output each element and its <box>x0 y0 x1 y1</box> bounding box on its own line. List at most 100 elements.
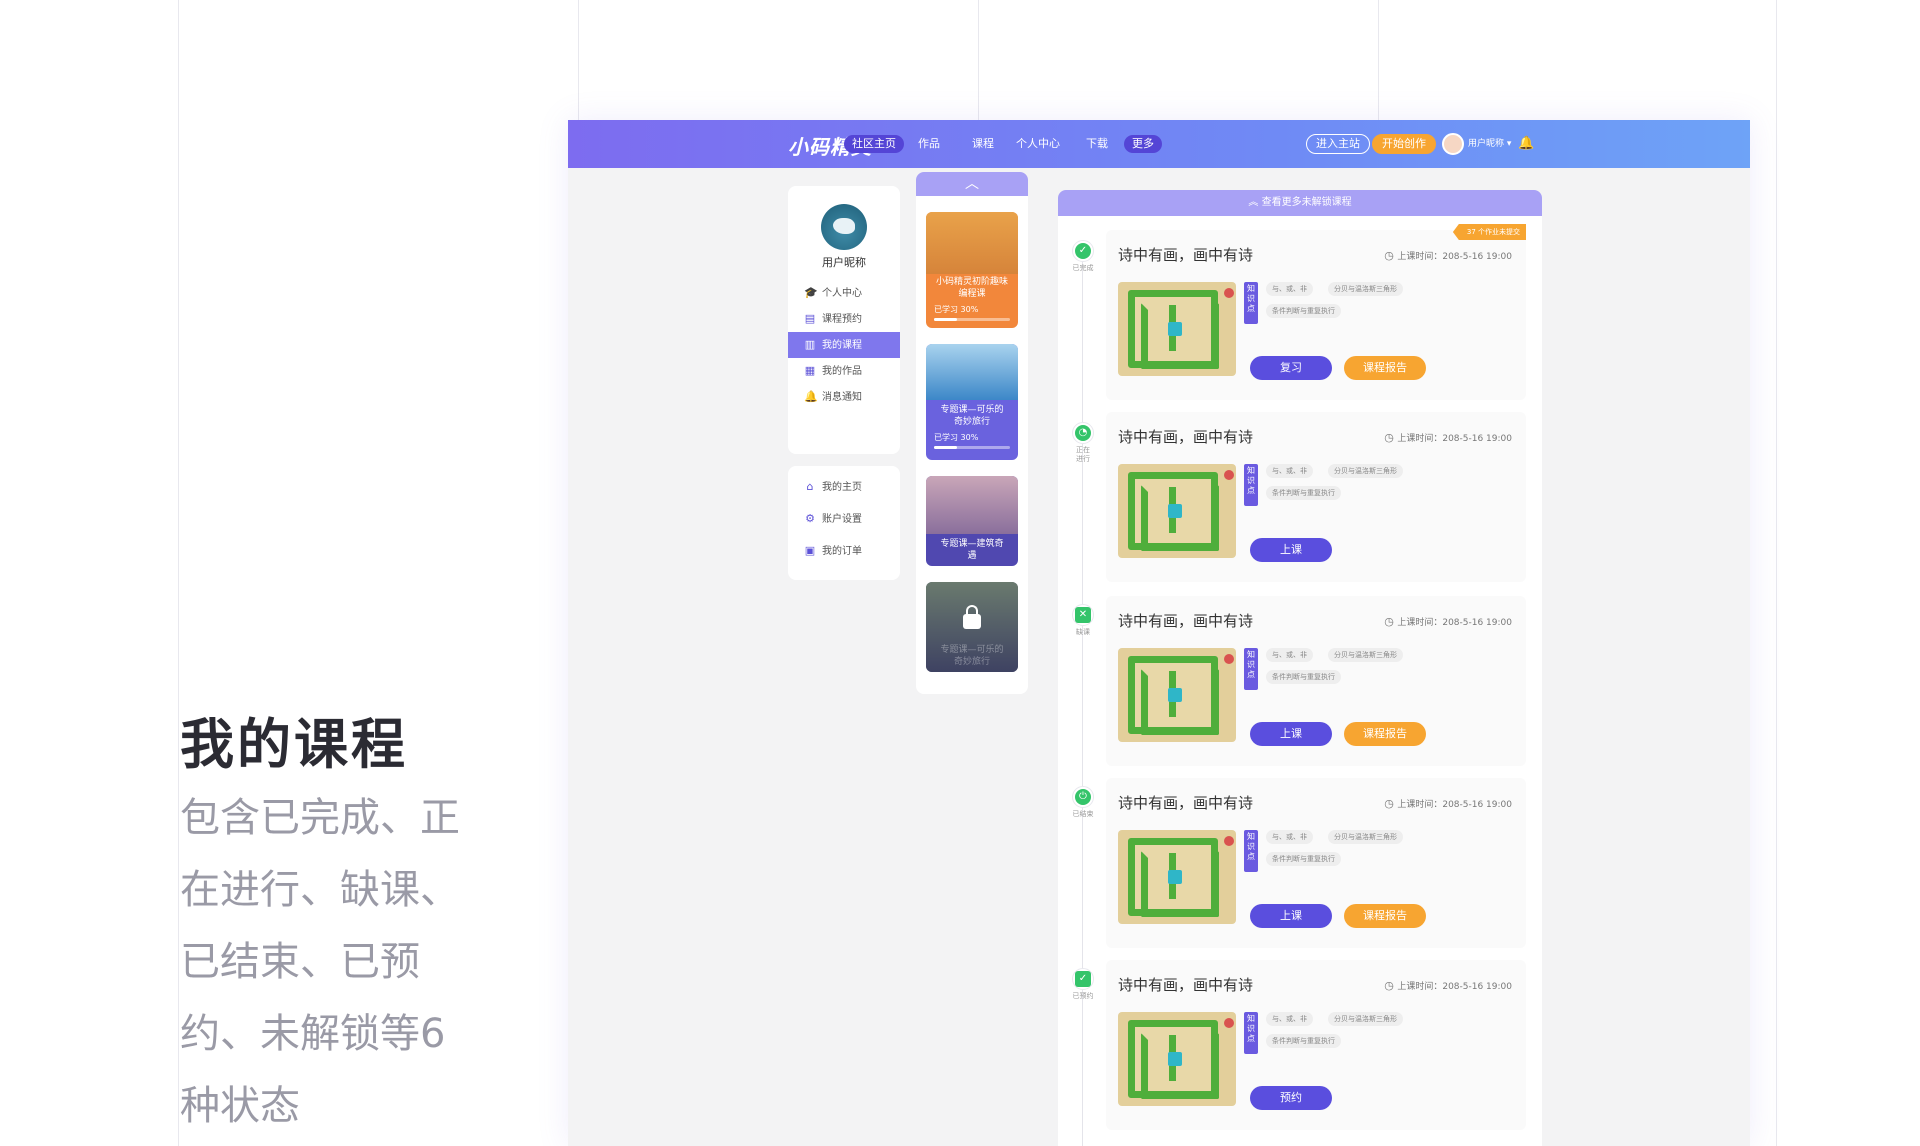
tag: 条件判断与重复执行 <box>1266 852 1341 866</box>
top-navbar: 小码精灵 社区主页 作品 课程 个人中心 下载 更多 进入主站 开始创作 用户昵… <box>568 120 1750 168</box>
sidebar-item-personal[interactable]: 🎓 个人中心 <box>788 280 900 306</box>
sidebar-item-my-courses[interactable]: ▥ 我的课程 <box>788 332 900 358</box>
sidebar-item-label: 个人中心 <box>822 288 862 299</box>
start-create-button[interactable]: 开始创作 <box>1372 134 1436 154</box>
status-label: 已完成 <box>1072 264 1094 272</box>
username-dropdown[interactable]: 用户昵称 ▾ <box>1468 136 1511 149</box>
tag: 条件判断与重复执行 <box>1266 1034 1341 1048</box>
bell-icon[interactable]: 🔔 <box>1518 136 1534 151</box>
course-item: 诗中有画，画中有诗 上课时间：208-5-16 19:00 知识点 与、或、非 … <box>1106 778 1526 948</box>
course-report-button[interactable]: 课程报告 <box>1344 904 1426 928</box>
clipboard-icon: ▣ <box>804 544 816 557</box>
nav-community[interactable]: 社区主页 <box>844 135 904 153</box>
course-card-title: 小码精灵初阶趣味编程课 <box>936 277 1009 299</box>
tag: 分贝与温洛斯三角形 <box>1328 464 1403 478</box>
course-title: 诗中有画，画中有诗 <box>1118 794 1254 812</box>
course-cover-image <box>926 344 1018 400</box>
status-label: 已结束 <box>1072 810 1094 818</box>
tag: 分贝与温洛斯三角形 <box>1328 830 1403 844</box>
profile-avatar[interactable] <box>821 204 867 250</box>
knowledge-point-label: 知识点 <box>1244 282 1258 324</box>
course-time: 上课时间：208-5-16 19:00 <box>1384 797 1512 810</box>
homework-badge[interactable]: 37 个作业未提交 <box>1452 224 1526 240</box>
maze-thumbnail[interactable] <box>1118 464 1236 558</box>
status-in-progress: ◔ 正在进行 <box>1068 422 1098 464</box>
course-item: 诗中有画，画中有诗 上课时间：208-5-16 19:00 知识点 与、或、非 … <box>1106 596 1526 766</box>
course-card[interactable]: 专题课—可乐的奇妙旅行 已学习 30% <box>926 344 1018 460</box>
course-time: 上课时间：208-5-16 19:00 <box>1384 431 1512 444</box>
timeline-line <box>1082 250 1083 1146</box>
course-title: 诗中有画，画中有诗 <box>1118 246 1254 264</box>
knowledge-point-label: 知识点 <box>1244 464 1258 506</box>
sidebar-account: ⌂ 我的主页 ⚙ 账户设置 ▣ 我的订单 <box>788 466 900 580</box>
clock-icon: ◔ <box>1075 425 1091 441</box>
maze-thumbnail[interactable] <box>1118 282 1236 376</box>
course-card-progress-label: 已学习 30% <box>934 433 979 442</box>
tag: 条件判断与重复执行 <box>1266 486 1341 500</box>
book-icon: ▥ <box>804 338 816 351</box>
knowledge-point-label: 知识点 <box>1244 830 1258 872</box>
sidebar-item-settings[interactable]: ⚙ 账户设置 <box>788 506 900 532</box>
tag: 条件判断与重复执行 <box>1266 304 1341 318</box>
lock-icon <box>963 605 981 629</box>
maze-thumbnail[interactable] <box>1118 1012 1236 1106</box>
chevron-up-icon[interactable]: ︿ <box>916 172 1028 196</box>
nav-more[interactable]: 更多 <box>1124 135 1162 153</box>
course-item: 诗中有画，画中有诗 上课时间：208-5-16 19:00 知识点 与、或、非 … <box>1106 960 1526 1130</box>
book-button[interactable]: 预约 <box>1250 1086 1332 1110</box>
check-circle-icon: ✓ <box>1075 243 1091 259</box>
sidebar-item-my-works[interactable]: ▦ 我的作品 <box>788 358 900 384</box>
tag: 与、或、非 <box>1266 648 1313 662</box>
course-title: 诗中有画，画中有诗 <box>1118 428 1254 446</box>
tag: 条件判断与重复执行 <box>1266 670 1341 684</box>
tag: 与、或、非 <box>1266 282 1313 296</box>
tag: 与、或、非 <box>1266 1012 1313 1026</box>
progress-fill <box>934 446 957 449</box>
course-report-button[interactable]: 课程报告 <box>1344 356 1426 380</box>
course-time: 上课时间：208-5-16 19:00 <box>1384 249 1512 262</box>
sidebar-item-label: 账户设置 <box>822 514 862 525</box>
course-time: 上课时间：208-5-16 19:00 <box>1384 615 1512 628</box>
nav-works[interactable]: 作品 <box>910 135 948 153</box>
guide-line <box>1776 0 1777 1146</box>
status-label: 缺课 <box>1076 628 1090 636</box>
course-card[interactable]: 专题课—建筑奇遇 <box>926 476 1018 566</box>
maze-thumbnail[interactable] <box>1118 648 1236 742</box>
guide-line <box>978 0 979 120</box>
review-button[interactable]: 复习 <box>1250 356 1332 380</box>
course-card-list: ︿ 小码精灵初阶趣味编程课 已学习 30% 专题课—可乐的奇妙旅行 已学习 30… <box>916 172 1028 694</box>
maze-thumbnail[interactable] <box>1118 830 1236 924</box>
calendar-check-icon: ✓ <box>1075 971 1091 987</box>
course-card-locked[interactable]: 专题课—可乐的奇妙旅行 <box>926 582 1018 672</box>
enter-station-button[interactable]: 进入主站 <box>1306 134 1370 154</box>
knowledge-point-label: 知识点 <box>1244 1012 1258 1054</box>
unlock-more-courses-link[interactable]: ︽ 查看更多未解锁课程 <box>1058 190 1542 216</box>
sidebar-item-label: 课程预约 <box>822 314 862 325</box>
intro-description: 包含已完成、正在进行、缺课、已结束、已预约、未解锁等6种状态 <box>180 795 460 1129</box>
sidebar-item-orders[interactable]: ▣ 我的订单 <box>788 538 900 564</box>
course-item: 37 个作业未提交 诗中有画，画中有诗 上课时间：208-5-16 19:00 … <box>1106 224 1526 400</box>
course-card-title: 专题课—可乐的奇妙旅行 <box>940 405 1004 427</box>
calendar-x-icon: ✕ <box>1075 607 1091 623</box>
nav-courses[interactable]: 课程 <box>964 135 1002 153</box>
course-card[interactable]: 小码精灵初阶趣味编程课 已学习 30% <box>926 212 1018 328</box>
gear-icon: ⚙ <box>805 512 815 525</box>
nav-personal[interactable]: 个人中心 <box>1008 135 1068 153</box>
graduation-cap-icon: 🎓 <box>804 286 818 299</box>
avatar[interactable] <box>1442 133 1464 155</box>
course-card-title: 专题课—可乐的奇妙旅行 <box>940 645 1004 667</box>
status-completed: ✓ 已完成 <box>1068 240 1098 273</box>
course-report-button[interactable]: 课程报告 <box>1344 722 1426 746</box>
sidebar-item-notifications[interactable]: 🔔 消息通知 <box>788 384 900 410</box>
app-window: 小码精灵 社区主页 作品 课程 个人中心 下载 更多 进入主站 开始创作 用户昵… <box>568 120 1750 1146</box>
course-time: 上课时间：208-5-16 19:00 <box>1384 979 1512 992</box>
nav-download[interactable]: 下载 <box>1078 135 1116 153</box>
attend-class-button[interactable]: 上课 <box>1250 722 1332 746</box>
progress-bar <box>934 446 1010 449</box>
attend-class-button[interactable]: 上课 <box>1250 904 1332 928</box>
attend-class-button[interactable]: 上课 <box>1250 538 1332 562</box>
sidebar-item-booking[interactable]: ▤ 课程预约 <box>788 306 900 332</box>
tag: 分贝与温洛斯三角形 <box>1328 648 1403 662</box>
sidebar-item-home[interactable]: ⌂ 我的主页 <box>788 474 900 500</box>
sidebar-profile: 用户昵称 🎓 个人中心 ▤ 课程预约 ▥ 我的课程 ▦ 我的作品 🔔 消息通知 <box>788 186 900 454</box>
